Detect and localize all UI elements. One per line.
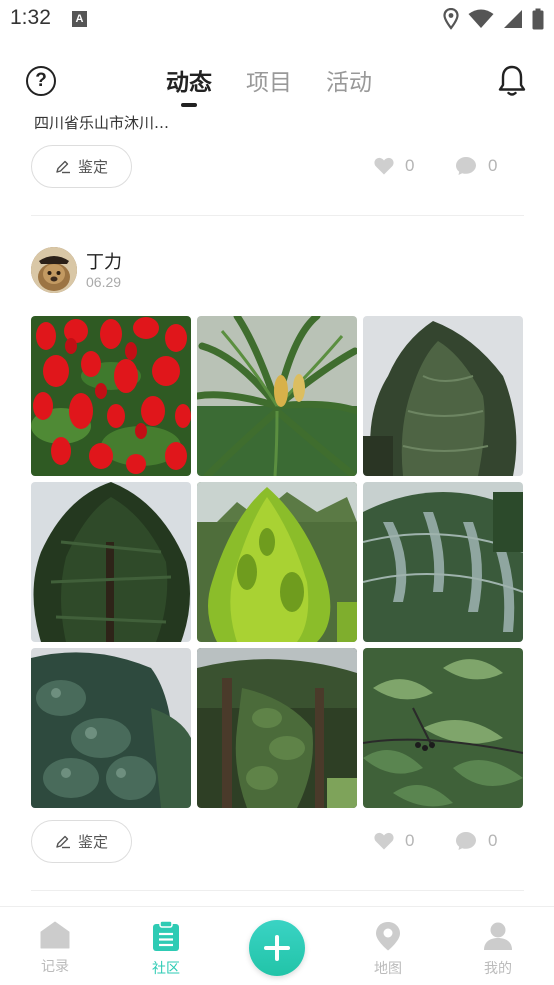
post-divider bbox=[31, 890, 524, 891]
post-actions: 鉴定 0 0 bbox=[31, 820, 524, 864]
nav-item-community[interactable]: 社区 bbox=[136, 920, 196, 978]
avatar[interactable] bbox=[31, 247, 77, 293]
tab-label: 活动 bbox=[326, 70, 372, 96]
battery-icon bbox=[532, 8, 544, 30]
tall-conifer-tree-image bbox=[363, 316, 523, 476]
photo-grid bbox=[31, 316, 523, 808]
comment-icon bbox=[456, 832, 476, 850]
heart-icon bbox=[374, 157, 394, 175]
clipboard-icon bbox=[153, 920, 179, 951]
nav-label: 地图 bbox=[374, 961, 402, 977]
like-count: 0 bbox=[405, 831, 415, 850]
post-divider bbox=[31, 215, 524, 216]
like-stat[interactable]: 0 bbox=[374, 156, 414, 176]
identify-label: 鉴定 bbox=[77, 833, 108, 851]
photo-thumbnail[interactable] bbox=[31, 648, 191, 808]
top-header: ? 动态 项目 活动 bbox=[0, 55, 554, 115]
comment-stat[interactable]: 0 bbox=[455, 831, 497, 851]
like-stat[interactable]: 0 bbox=[374, 831, 414, 851]
post-date: 06.29 bbox=[86, 274, 122, 290]
feed-list[interactable]: 四川省乐山市沐川… 鉴定 0 0 丁力 06.29 鉴定 0 0 bbox=[0, 110, 554, 906]
bell-icon[interactable] bbox=[498, 65, 526, 97]
dark-spruce-tree-image bbox=[31, 482, 191, 642]
comment-stat[interactable]: 0 bbox=[455, 156, 497, 176]
location-text: 四川省乐山市沐川… bbox=[34, 114, 170, 130]
status-icons bbox=[443, 8, 544, 30]
feed-tabs: 动态 项目 活动 bbox=[166, 63, 372, 107]
nav-item-records[interactable]: 记录 bbox=[25, 921, 85, 976]
comment-count: 0 bbox=[488, 156, 498, 175]
weeping-conifer-image bbox=[363, 482, 523, 642]
tab-projects[interactable]: 项目 bbox=[246, 63, 292, 107]
avatar-image bbox=[31, 247, 77, 293]
nav-label: 记录 bbox=[41, 959, 69, 975]
tab-label: 动态 bbox=[166, 70, 212, 96]
status-bar: 1:32 A bbox=[0, 0, 554, 40]
map-pin-icon bbox=[376, 922, 400, 951]
broadleaf-leaves-image bbox=[363, 648, 523, 808]
comment-icon bbox=[456, 157, 476, 175]
bottom-nav: 记录 社区 地图 我的 bbox=[0, 906, 554, 985]
tab-label: 项目 bbox=[246, 70, 292, 96]
blue-green-juniper-image bbox=[31, 648, 191, 808]
help-button[interactable]: ? bbox=[26, 66, 56, 96]
tab-active-indicator bbox=[181, 103, 197, 107]
red-salvia-flowers-image bbox=[31, 316, 191, 476]
nav-label: 我的 bbox=[484, 961, 512, 977]
yellow-green-cypress-image bbox=[197, 482, 357, 642]
post-location: 四川省乐山市沐川… bbox=[34, 112, 169, 130]
identify-button[interactable]: 鉴定 bbox=[31, 145, 132, 188]
nav-item-profile[interactable]: 我的 bbox=[468, 921, 528, 978]
photo-thumbnail[interactable] bbox=[363, 316, 523, 476]
status-time: 1:32 bbox=[10, 6, 51, 29]
nav-label: 社区 bbox=[152, 961, 180, 977]
tab-dynamics[interactable]: 动态 bbox=[166, 63, 212, 107]
photo-thumbnail[interactable] bbox=[197, 648, 357, 808]
add-button[interactable] bbox=[249, 920, 305, 976]
username[interactable]: 丁力 bbox=[86, 248, 122, 274]
photo-thumbnail[interactable] bbox=[31, 316, 191, 476]
pencil-icon bbox=[56, 835, 70, 848]
identify-label: 鉴定 bbox=[77, 158, 108, 176]
user-icon bbox=[484, 922, 512, 950]
plus-icon bbox=[264, 935, 290, 961]
notification-icon: A bbox=[72, 11, 87, 27]
home-icon bbox=[40, 921, 70, 949]
nav-item-map[interactable]: 地图 bbox=[358, 921, 418, 978]
photo-thumbnail[interactable] bbox=[31, 482, 191, 642]
photo-thumbnail[interactable] bbox=[197, 316, 357, 476]
signal-icon bbox=[504, 10, 522, 28]
heart-icon bbox=[374, 832, 394, 850]
pencil-icon bbox=[56, 160, 70, 173]
vine-covered-trees-image bbox=[197, 648, 357, 808]
location-icon bbox=[443, 8, 459, 30]
photo-thumbnail[interactable] bbox=[197, 482, 357, 642]
like-count: 0 bbox=[405, 156, 415, 175]
wifi-icon bbox=[468, 9, 494, 28]
cycad-palm-image bbox=[197, 316, 357, 476]
photo-thumbnail[interactable] bbox=[363, 648, 523, 808]
post-actions: 鉴定 0 0 bbox=[31, 145, 524, 189]
comment-count: 0 bbox=[488, 831, 498, 850]
photo-thumbnail[interactable] bbox=[363, 482, 523, 642]
identify-button[interactable]: 鉴定 bbox=[31, 820, 132, 863]
tab-events[interactable]: 活动 bbox=[326, 63, 372, 107]
